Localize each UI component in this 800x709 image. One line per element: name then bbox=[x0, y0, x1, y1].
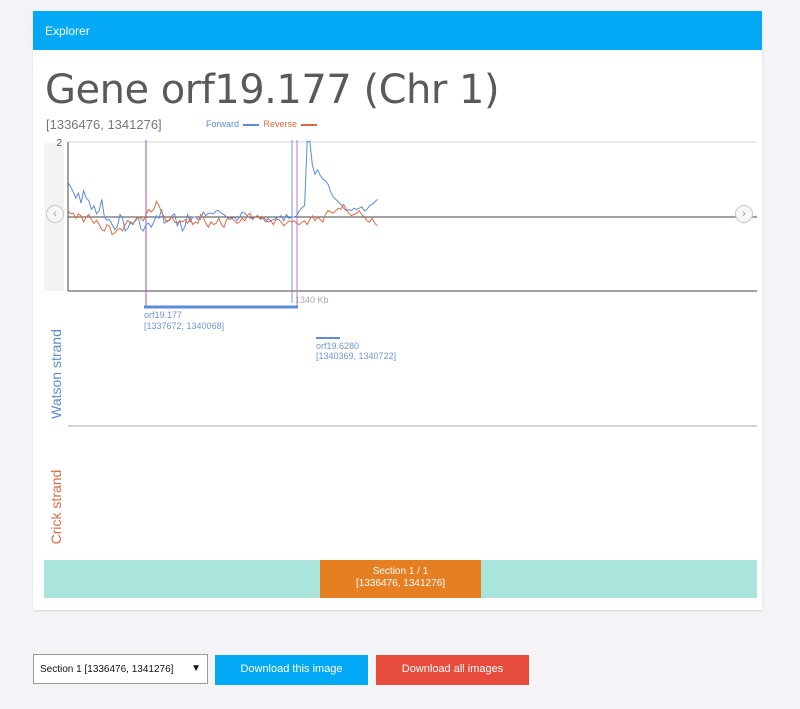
kb-tick-label: 1340 Kb bbox=[295, 295, 329, 305]
feature-name-orf19-177: orf19.177 bbox=[144, 310, 182, 320]
feature-range-orf19-177: [1337672, 1340068] bbox=[144, 321, 224, 331]
section-block-title: Section 1 / 1 bbox=[372, 566, 429, 577]
download-this-image-button[interactable]: Download this image bbox=[215, 655, 368, 685]
explorer-panel: Explorer Gene orf19.177 (Chr 1) [1336476… bbox=[33, 11, 762, 610]
watson-strand-label: Watson strand bbox=[48, 329, 64, 419]
section-select-value: Section 1 [1336476, 1341276] bbox=[40, 664, 174, 675]
crick-strand-label: Crick strand bbox=[48, 469, 64, 545]
download-all-images-button[interactable]: Download all images bbox=[376, 655, 529, 685]
coverage-chart: 2 1340 Kb orf19.177 [1337672, 1340068] o… bbox=[44, 138, 757, 427]
dropdown-caret-icon: ▼ bbox=[191, 663, 201, 674]
next-arrow-icon[interactable]: › bbox=[735, 205, 753, 223]
feature-range-orf19-6280: [1340369, 1340722] bbox=[316, 351, 396, 361]
y-max-label: 2 bbox=[56, 138, 62, 149]
section-block-range: [1336476, 1341276] bbox=[356, 578, 445, 589]
previous-arrow-icon[interactable]: ‹ bbox=[46, 205, 64, 223]
section-select[interactable]: Section 1 [1336476, 1341276] ▼ bbox=[33, 654, 208, 684]
section-block[interactable]: Section 1 / 1 [1336476, 1341276] bbox=[320, 560, 481, 598]
feature-name-orf19-6280: orf19.6280 bbox=[316, 341, 359, 351]
section-track: Section 1 / 1 [1336476, 1341276] bbox=[44, 560, 757, 598]
